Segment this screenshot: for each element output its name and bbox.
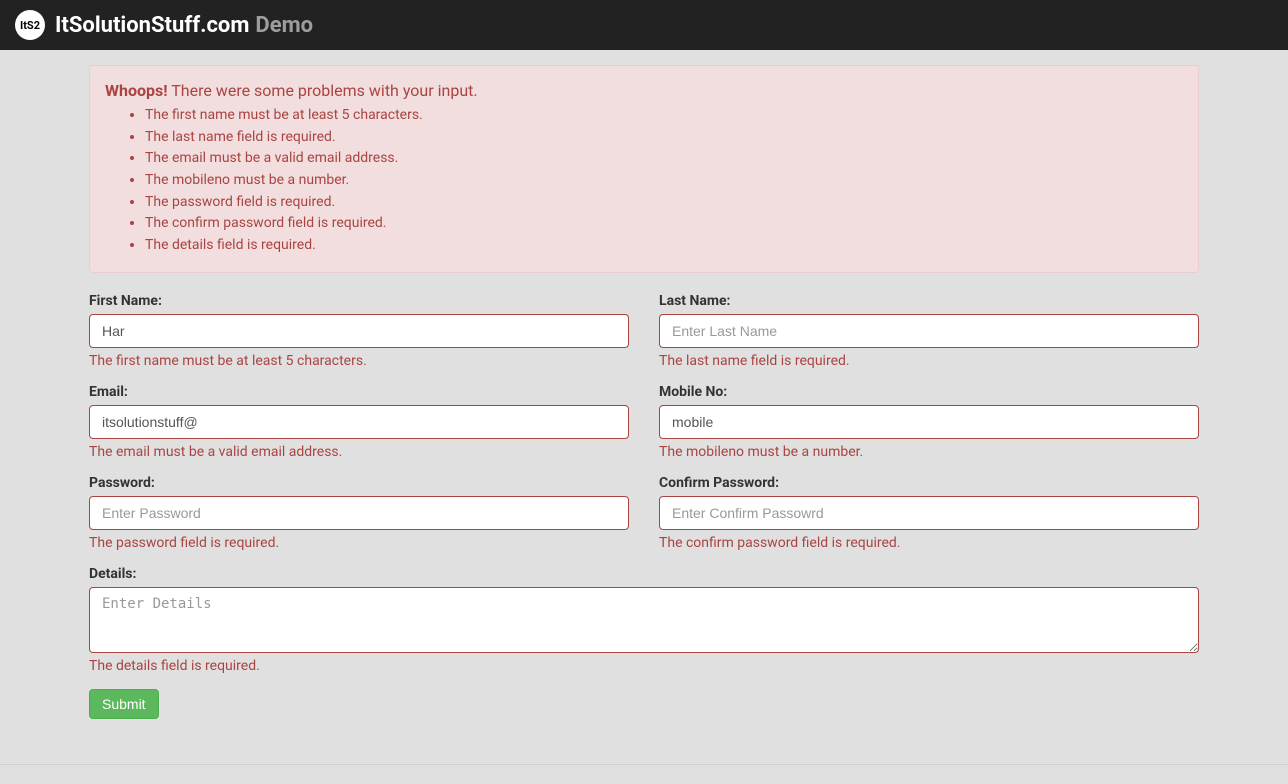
details-group: Details: The details field is required.	[89, 566, 1199, 674]
last-name-input[interactable]	[659, 314, 1199, 348]
alert-error-item: The email must be a valid email address.	[145, 148, 1183, 170]
navbar: ItS2 ItSolutionStuff.com Demo	[0, 0, 1288, 50]
details-label: Details:	[89, 566, 1199, 582]
first-name-label: First Name:	[89, 293, 629, 309]
brand-demo-label: Demo	[255, 13, 313, 38]
alert-message: There were some problems with your input…	[171, 81, 477, 100]
footer-separator	[0, 764, 1288, 765]
brand-logo: ItS2	[15, 10, 45, 40]
confirm-password-group: Confirm Password: The confirm password f…	[659, 475, 1199, 551]
details-textarea[interactable]	[89, 587, 1199, 653]
first-name-group: First Name: The first name must be at le…	[89, 293, 629, 369]
alert-error-item: The password field is required.	[145, 192, 1183, 214]
mobile-error: The mobileno must be a number.	[659, 444, 1199, 460]
alert-error-item: The confirm password field is required.	[145, 213, 1183, 235]
password-input[interactable]	[89, 496, 629, 530]
last-name-label: Last Name:	[659, 293, 1199, 309]
brand-name[interactable]: ItSolutionStuff.com	[55, 13, 249, 38]
confirm-password-error: The confirm password field is required.	[659, 535, 1199, 551]
confirm-password-input[interactable]	[659, 496, 1199, 530]
alert-error-item: The mobileno must be a number.	[145, 170, 1183, 192]
password-group: Password: The password field is required…	[89, 475, 629, 551]
last-name-error: The last name field is required.	[659, 353, 1199, 369]
first-name-input[interactable]	[89, 314, 629, 348]
email-label: Email:	[89, 384, 629, 400]
details-error: The details field is required.	[89, 658, 1199, 674]
alert-error-item: The first name must be at least 5 charac…	[145, 105, 1183, 127]
submit-button[interactable]: Submit	[89, 689, 159, 719]
error-alert: Whoops! There were some problems with yo…	[89, 65, 1199, 273]
password-error: The password field is required.	[89, 535, 629, 551]
mobile-group: Mobile No: The mobileno must be a number…	[659, 384, 1199, 460]
email-group: Email: The email must be a valid email a…	[89, 384, 629, 460]
email-error: The email must be a valid email address.	[89, 444, 629, 460]
password-label: Password:	[89, 475, 629, 491]
first-name-error: The first name must be at least 5 charac…	[89, 353, 629, 369]
alert-title: Whoops!	[105, 81, 168, 100]
mobile-input[interactable]	[659, 405, 1199, 439]
last-name-group: Last Name: The last name field is requir…	[659, 293, 1199, 369]
alert-error-list: The first name must be at least 5 charac…	[105, 105, 1183, 257]
alert-error-item: The last name field is required.	[145, 127, 1183, 149]
mobile-label: Mobile No:	[659, 384, 1199, 400]
alert-error-item: The details field is required.	[145, 235, 1183, 257]
email-input[interactable]	[89, 405, 629, 439]
confirm-password-label: Confirm Password:	[659, 475, 1199, 491]
main-container: Whoops! There were some problems with yo…	[74, 50, 1214, 749]
